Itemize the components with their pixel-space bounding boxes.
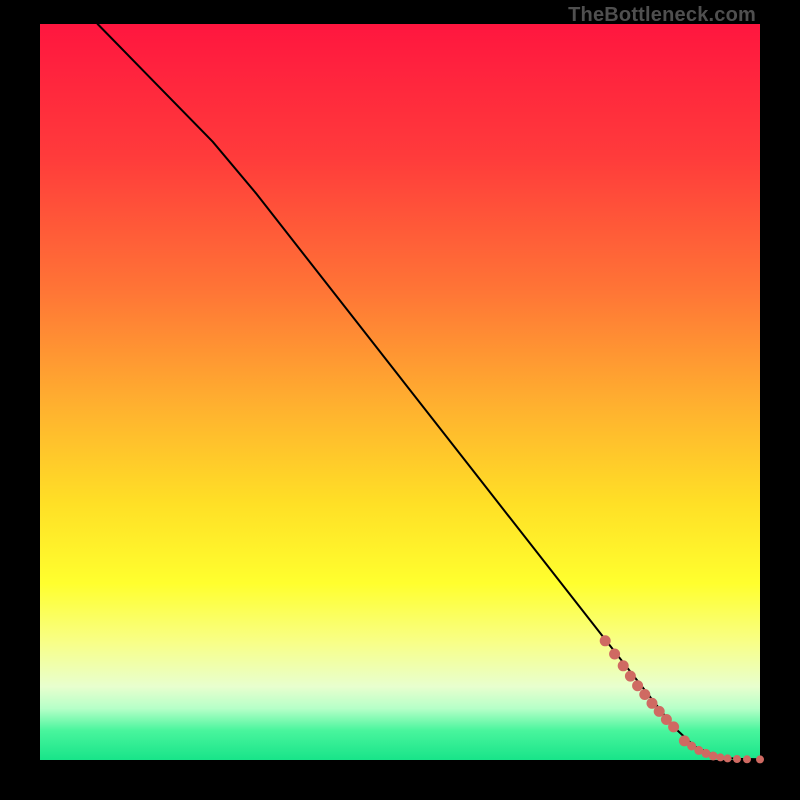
scatter-dot [757,756,764,763]
scatter-dot [633,681,643,691]
scatter-dot [618,661,628,671]
scatter-group [600,636,763,763]
bottleneck-curve [98,24,760,759]
scatter-dot [625,671,635,681]
scatter-dot [600,636,610,646]
scatter-dot [669,722,679,732]
scatter-dot [654,706,664,716]
scatter-dot [734,756,741,763]
scatter-dot [709,752,717,760]
scatter-dot [640,690,650,700]
scatter-dot [744,756,751,763]
chart-overlay [40,24,760,760]
chart-frame: TheBottleneck.com [0,0,800,800]
scatter-dot [717,754,724,761]
scatter-dot [647,698,657,708]
scatter-dot [724,755,731,762]
scatter-dot [610,649,620,659]
scatter-dot [688,742,696,750]
plot-area [40,24,760,760]
